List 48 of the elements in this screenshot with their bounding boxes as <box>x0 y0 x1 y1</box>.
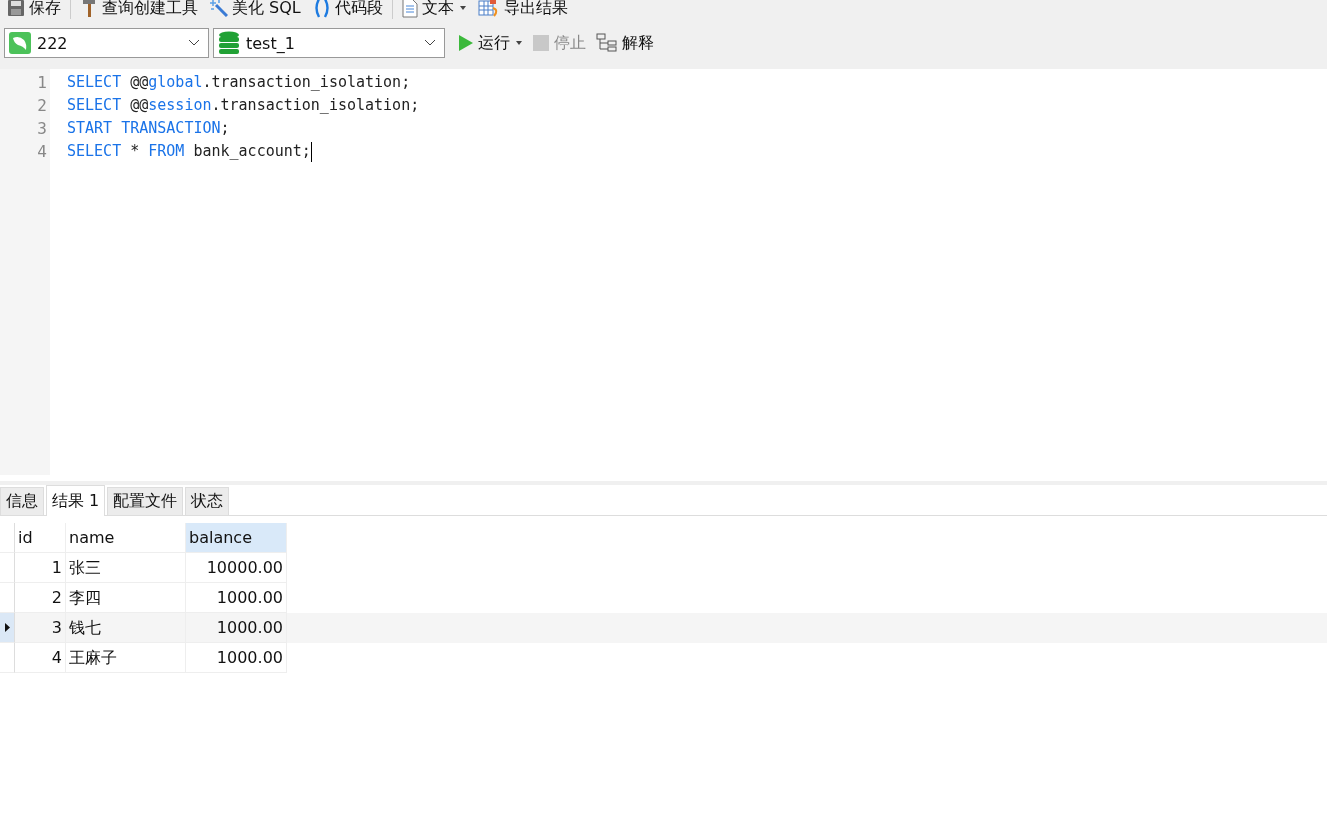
database-icon <box>218 31 240 55</box>
code-line: SELECT @@session.transaction_isolation; <box>67 95 420 116</box>
table-cell: 3 <box>15 613 66 643</box>
row-marker[interactable] <box>0 643 15 673</box>
column-header[interactable]: id <box>15 523 66 553</box>
table-cell: 4 <box>15 643 66 673</box>
builder-button[interactable]: 查询创建工具 <box>77 0 201 21</box>
code-line: SELECT @@global.transaction_isolation; <box>67 72 411 93</box>
corner-header <box>0 523 15 553</box>
column-header[interactable]: balance <box>186 523 287 553</box>
table-cell: 10000.00 <box>186 553 287 583</box>
table-cell: 1 <box>15 553 66 583</box>
table-cell: 1000.00 <box>186 613 287 643</box>
magic-wand-icon <box>210 0 228 17</box>
play-icon <box>458 34 474 52</box>
connection-dropdown[interactable]: 222 <box>4 28 209 58</box>
result-tab[interactable]: 状态 <box>185 487 230 515</box>
line-number: 2 <box>36 95 48 117</box>
diagram-icon <box>596 33 618 53</box>
result-tab[interactable]: 配置文件 <box>107 487 184 515</box>
result-tab[interactable]: 结果 1 <box>46 485 106 516</box>
caret-icon <box>516 41 522 45</box>
current-row-icon <box>4 623 10 632</box>
line-number: 1 <box>36 72 48 94</box>
document-icon <box>401 0 418 18</box>
explain-button[interactable]: 解释 <box>593 30 657 56</box>
table-export-icon <box>477 0 500 18</box>
row-marker[interactable] <box>0 553 15 583</box>
parentheses-icon <box>312 0 331 18</box>
result-tab[interactable]: 信息 <box>0 487 44 515</box>
table-cell: 1000.00 <box>186 643 287 673</box>
stop-icon <box>532 34 550 52</box>
run-button[interactable]: 运行 <box>455 30 525 56</box>
text-cursor <box>310 141 312 162</box>
code-line: SELECT * FROM bank_account; <box>67 141 311 162</box>
table-cell: 王麻子 <box>66 643 186 673</box>
line-number: 4 <box>36 141 48 163</box>
chevron-down-icon <box>188 39 200 47</box>
chevron-down-icon <box>424 39 436 47</box>
table-cell: 钱七 <box>66 613 186 643</box>
table-cell: 张三 <box>66 553 186 583</box>
database-dropdown[interactable]: test_1 <box>213 28 445 58</box>
hammer-icon <box>80 0 98 17</box>
caret-icon <box>459 6 466 10</box>
row-marker[interactable] <box>0 613 15 643</box>
snippet-button[interactable]: 代码段 <box>309 0 386 21</box>
code-line: START TRANSACTION; <box>67 118 230 139</box>
line-number: 3 <box>36 118 48 140</box>
